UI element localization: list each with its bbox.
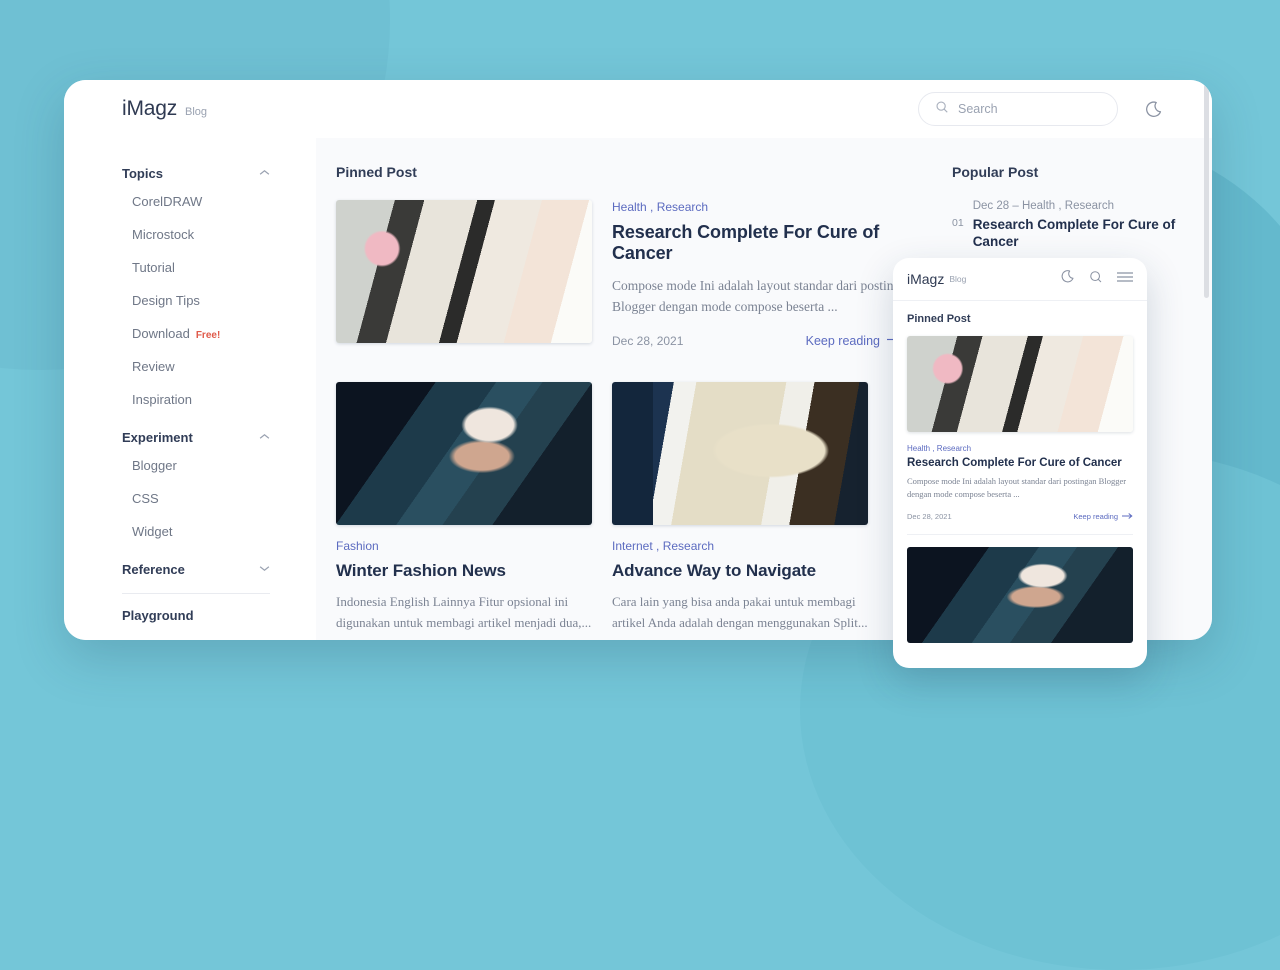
mobile-body: Pinned Post Health , Research Research C… — [893, 301, 1147, 643]
mobile-next-post-thumbnail[interactable] — [907, 546, 1133, 643]
chevron-up-icon — [259, 433, 270, 442]
chevron-down-icon — [259, 565, 270, 574]
sidebar-item-label: Design Tips — [132, 293, 200, 308]
sidebar-item-inspiration[interactable]: Inspiration — [122, 383, 270, 416]
popular-post-separator: – — [1012, 200, 1019, 212]
mobile-post-title[interactable]: Research Complete For Cure of Cancer — [907, 457, 1133, 469]
sidebar-group-experiment[interactable]: Experiment — [122, 430, 270, 445]
sidebar-item-css[interactable]: CSS — [122, 482, 270, 515]
keep-reading-label: Keep reading — [805, 334, 880, 349]
sidebar-item-review[interactable]: Review — [122, 350, 270, 383]
mobile-brand-name: iMagz — [907, 271, 945, 287]
mobile-header-icons — [1060, 269, 1133, 289]
brand-subtitle: Blog — [185, 106, 208, 118]
post-card[interactable]: Internet , Research Advance Way to Navig… — [612, 382, 868, 632]
post-title[interactable]: Winter Fashion News — [336, 561, 592, 581]
arrow-right-icon — [1122, 512, 1133, 522]
header-actions: Search — [918, 92, 1166, 126]
post-excerpt: Indonesia English Lainnya Fitur opsional… — [336, 594, 592, 630]
mobile-brand-subtitle: Blog — [949, 274, 967, 284]
sidebar-item-design-tips[interactable]: Design Tips — [122, 284, 270, 317]
sidebar-item-widget[interactable]: Widget — [122, 515, 270, 548]
mobile-post-thumbnail[interactable] — [907, 336, 1133, 432]
popular-post-categories[interactable]: Health , Research — [1022, 200, 1114, 212]
search-icon — [935, 100, 949, 119]
post-categories[interactable]: Fashion — [336, 539, 592, 553]
sidebar-item-label: Review — [132, 359, 175, 374]
top-header-bar: iMagz Blog Search — [64, 80, 1212, 138]
post-date: Dec 28, 2021 — [612, 334, 684, 349]
mobile-post-date: Dec 28, 2021 — [907, 512, 952, 521]
search-placeholder-text: Search — [958, 102, 998, 116]
post-title[interactable]: Research Complete For Cure of Cancer — [612, 222, 928, 264]
popular-post-meta: Dec 28 – Health , Research — [973, 200, 1188, 212]
mobile-keep-reading-label: Keep reading — [1073, 512, 1118, 521]
post-thumbnail[interactable] — [336, 382, 592, 526]
post-categories[interactable]: Internet , Research — [612, 539, 868, 553]
post-excerpt: Cara lain yang bisa anda pakai untuk mem… — [612, 594, 868, 630]
popular-post-item[interactable]: 01 Dec 28 – Health , Research Research C… — [952, 200, 1188, 251]
mobile-post-categories[interactable]: Health , Research — [907, 444, 1133, 453]
free-badge: Free! — [195, 330, 221, 341]
post-title[interactable]: Advance Way to Navigate — [612, 561, 868, 581]
post-card[interactable]: Fashion Winter Fashion News Indonesia En… — [336, 382, 592, 632]
sidebar-item-label: Microstock — [132, 227, 195, 242]
sidebar-item-download[interactable]: Download Free! — [122, 317, 270, 350]
hamburger-icon[interactable] — [1117, 270, 1133, 288]
mobile-keep-reading-link[interactable]: Keep reading — [1073, 512, 1133, 522]
search-input[interactable]: Search — [918, 92, 1118, 126]
brand-name: iMagz — [122, 97, 178, 120]
vertical-scrollbar[interactable] — [1204, 84, 1209, 298]
post-excerpt: Compose mode Ini adalah layout standar d… — [612, 278, 914, 315]
chevron-up-icon — [259, 169, 270, 178]
mobile-header: iMagz Blog — [893, 258, 1147, 301]
mobile-divider — [907, 533, 1133, 535]
sidebar-item-blogger[interactable]: Blogger — [122, 449, 270, 482]
post-thumbnail[interactable] — [612, 382, 868, 526]
sidebar-group-title: Reference — [122, 562, 185, 577]
sidebar-group-topics[interactable]: Topics — [122, 166, 270, 181]
sidebar-item-label: Tutorial — [132, 260, 175, 275]
post-grid: Fashion Winter Fashion News Indonesia En… — [336, 382, 928, 632]
mobile-post-footer: Dec 28, 2021 Keep reading — [907, 512, 1133, 522]
pinned-post-body: Health , Research Research Complete For … — [612, 200, 928, 348]
pinned-post-heading: Pinned Post — [336, 164, 417, 180]
main-content: Pinned Post Health , Research Research C… — [316, 138, 928, 640]
search-icon[interactable] — [1089, 270, 1103, 289]
sidebar-item-label: Inspiration — [132, 392, 192, 407]
sidebar-item-coreldraw[interactable]: CorelDRAW — [122, 185, 270, 218]
moon-icon[interactable] — [1140, 96, 1166, 122]
sidebar-group-title: Topics — [122, 166, 163, 181]
sidebar-group-playground[interactable]: Playground — [122, 608, 270, 623]
sidebar-item-label: CorelDRAW — [132, 194, 203, 209]
pinned-post-card[interactable]: Health , Research Research Complete For … — [336, 200, 928, 348]
popular-post-rank: 01 — [952, 217, 964, 229]
sidebar-item-label: Blogger — [132, 458, 177, 473]
sidebar-group-title: Playground — [122, 608, 194, 623]
sidebar-item-label: CSS — [132, 491, 159, 506]
brand-logo[interactable]: iMagz Blog — [122, 97, 207, 121]
sidebar-group-reference[interactable]: Reference — [122, 562, 270, 577]
moon-icon[interactable] — [1060, 269, 1075, 289]
sidebar-item-microstock[interactable]: Microstock — [122, 218, 270, 251]
mobile-preview-card: iMagz Blog Pinned Post Health , Research… — [893, 258, 1147, 668]
mobile-pinned-heading: Pinned Post — [907, 313, 971, 325]
popular-post-body: Dec 28 – Health , Research Research Comp… — [973, 200, 1188, 251]
sidebar-group-title: Experiment — [122, 430, 193, 445]
popular-post-date: Dec 28 — [972, 200, 1010, 212]
sidebar-item-label: Download — [132, 326, 190, 341]
mobile-post-excerpt: Compose mode Ini adalah layout standar d… — [907, 476, 1127, 499]
post-categories[interactable]: Health , Research — [612, 200, 928, 214]
popular-post-heading: Popular Post — [952, 164, 1039, 180]
sidebar-item-tutorial[interactable]: Tutorial — [122, 251, 270, 284]
sidebar-navigation: Topics CorelDRAW Microstock Tutorial Des… — [64, 138, 316, 640]
pinned-post-thumbnail[interactable] — [336, 200, 592, 343]
sidebar-item-label: Widget — [132, 524, 173, 539]
post-footer: Dec 28, 2021 Keep reading — [612, 334, 928, 348]
popular-post-title[interactable]: Research Complete For Cure of Cancer — [973, 217, 1188, 251]
sidebar-divider — [122, 593, 270, 594]
